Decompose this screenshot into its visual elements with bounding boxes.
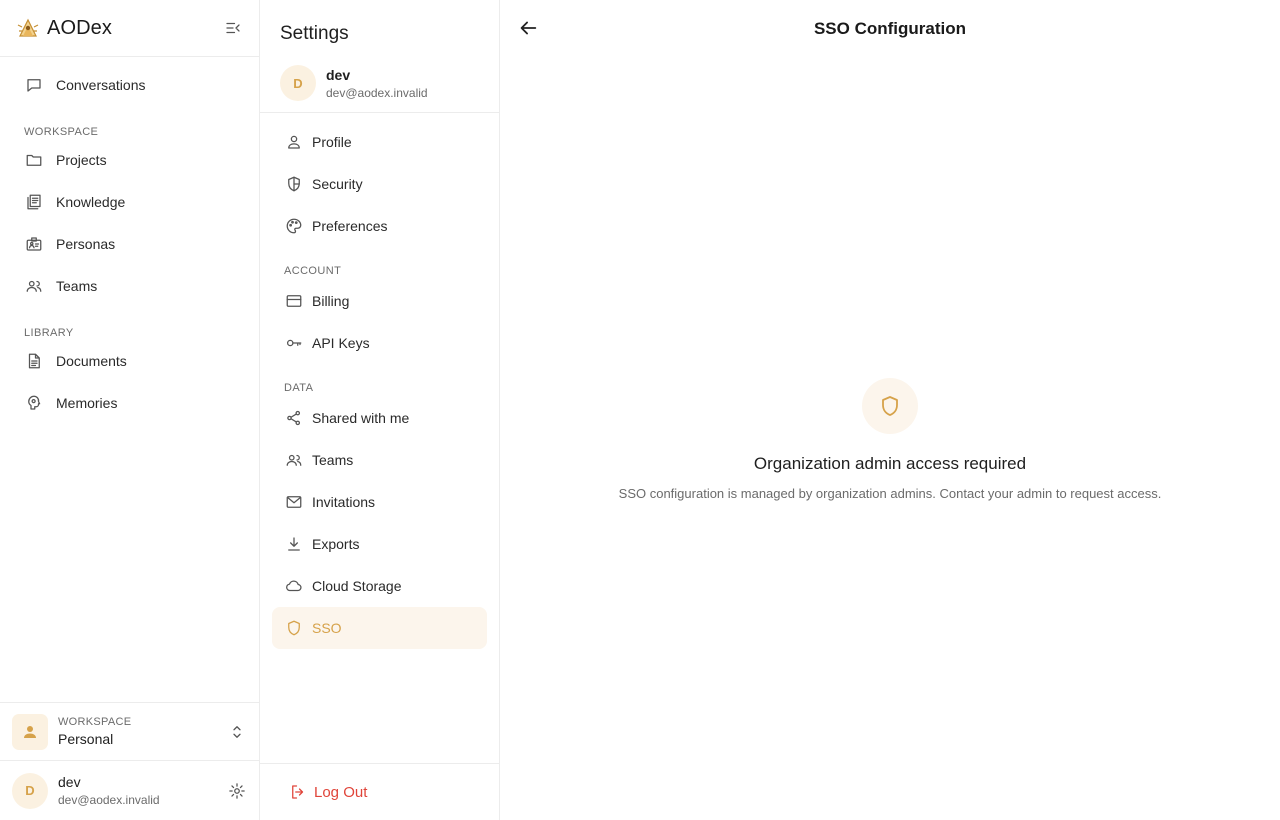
- sidebar-item-label: Projects: [56, 152, 107, 168]
- palette-icon: [284, 216, 304, 236]
- download-icon: [284, 534, 304, 554]
- settings-item-exports[interactable]: Exports: [272, 523, 487, 565]
- settings-item-preferences[interactable]: Preferences: [272, 205, 487, 247]
- sidebar-item-label: Knowledge: [56, 194, 126, 210]
- person-icon: [284, 132, 304, 152]
- sidebar-item-teams[interactable]: Teams: [0, 265, 259, 307]
- settings-user-text: dev dev@aodex.invalid: [326, 67, 428, 100]
- access-required-notice: Organization admin access required SSO c…: [500, 378, 1280, 501]
- chevron-up-down-icon: [227, 722, 247, 742]
- notice-description: SSO configuration is managed by organiza…: [618, 486, 1162, 501]
- shield-outline-icon: [862, 378, 918, 434]
- settings-nav: Profile Security Preferences ACCOUNT Bil…: [260, 113, 499, 649]
- notice-title: Organization admin access required: [753, 454, 1027, 473]
- sidebar-item-documents[interactable]: Documents: [0, 340, 259, 382]
- chat-bubble-icon: [24, 75, 44, 95]
- settings-item-label: Preferences: [312, 218, 388, 234]
- person-icon: [12, 713, 48, 750]
- settings-item-label: SSO: [312, 620, 342, 636]
- logout-icon: [288, 782, 308, 802]
- sidebar-item-memories[interactable]: Memories: [0, 382, 259, 424]
- settings-item-profile[interactable]: Profile: [272, 121, 487, 163]
- main-header: SSO Configuration: [500, 0, 1280, 57]
- settings-item-label: Exports: [312, 536, 360, 552]
- settings-item-teams[interactable]: Teams: [272, 439, 487, 481]
- users-icon: [24, 276, 44, 296]
- settings-item-label: Billing: [312, 293, 350, 309]
- sidebar-item-label: Memories: [56, 395, 118, 411]
- avatar: D: [280, 65, 316, 101]
- document-icon: [24, 351, 44, 371]
- sidebar-item-label: Teams: [56, 278, 98, 294]
- cloud-icon: [284, 576, 304, 596]
- page-title: SSO Configuration: [813, 18, 967, 38]
- share-icon: [284, 408, 304, 428]
- settings-item-shared-with-me[interactable]: Shared with me: [272, 397, 487, 439]
- users-icon: [284, 450, 304, 470]
- back-arrow-icon[interactable]: [517, 17, 539, 39]
- sidebar-item-knowledge[interactable]: Knowledge: [0, 181, 259, 223]
- settings-item-label: Teams: [312, 452, 354, 468]
- settings-panel: Settings D dev dev@aodex.invalid Profile…: [260, 0, 500, 820]
- key-icon: [284, 333, 304, 353]
- sidebar-item-personas[interactable]: Personas: [0, 223, 259, 265]
- aodex-logo-icon: [16, 16, 40, 40]
- workspace-switcher-label: WORKSPACE: [58, 716, 132, 728]
- settings-item-billing[interactable]: Billing: [272, 280, 487, 322]
- settings-item-sso[interactable]: SSO: [272, 607, 487, 649]
- sidebar-user-text: dev dev@aodex.invalid: [58, 774, 160, 807]
- main-content: SSO Configuration Organization admin acc…: [500, 0, 1280, 820]
- logout-button[interactable]: Log Out: [260, 763, 499, 820]
- brand-header: AODex: [0, 0, 259, 57]
- settings-item-security[interactable]: Security: [272, 163, 487, 205]
- settings-item-label: API Keys: [312, 335, 370, 351]
- logout-label: Log Out: [314, 783, 368, 801]
- user-email: dev@aodex.invalid: [326, 85, 428, 100]
- left-sidebar: AODex Conversations WORKSPACE Projects K…: [0, 0, 260, 820]
- user-email: dev@aodex.invalid: [58, 793, 160, 807]
- workspace-switcher-value: Personal: [58, 731, 114, 747]
- workspace-section-label: WORKSPACE: [24, 126, 99, 138]
- data-section-label: DATA: [284, 382, 314, 394]
- avatar: D: [12, 772, 48, 809]
- workspace-switcher[interactable]: WORKSPACE Personal: [0, 702, 259, 760]
- sidebar-item-label: Documents: [56, 353, 127, 369]
- settings-item-label: Cloud Storage: [312, 578, 402, 594]
- sidebar-item-conversations[interactable]: Conversations: [0, 64, 259, 106]
- account-section-label: ACCOUNT: [284, 265, 342, 277]
- sidebar-item-projects[interactable]: Projects: [0, 139, 259, 181]
- settings-item-label: Shared with me: [312, 410, 410, 426]
- credit-card-icon: [284, 291, 304, 311]
- user-name: dev: [326, 66, 351, 83]
- settings-title: Settings: [280, 23, 349, 44]
- settings-item-label: Profile: [312, 134, 352, 150]
- id-badge-icon: [24, 234, 44, 254]
- settings-item-invitations[interactable]: Invitations: [272, 481, 487, 523]
- collapse-sidebar-icon[interactable]: [223, 18, 243, 38]
- library-section-label: LIBRARY: [24, 327, 74, 339]
- brain-icon: [24, 393, 44, 413]
- user-name: dev: [58, 774, 81, 790]
- sidebar-item-label: Conversations: [56, 77, 146, 93]
- folder-icon: [24, 150, 44, 170]
- settings-item-cloud-storage[interactable]: Cloud Storage: [272, 565, 487, 607]
- settings-item-label: Security: [312, 176, 363, 192]
- gear-icon[interactable]: [227, 781, 247, 801]
- shield-outline-icon: [284, 618, 304, 638]
- shield-icon: [284, 174, 304, 194]
- sidebar-item-label: Personas: [56, 236, 116, 252]
- mail-icon: [284, 492, 304, 512]
- settings-user-card: D dev dev@aodex.invalid: [260, 54, 499, 113]
- sidebar-user-row: D dev dev@aodex.invalid: [0, 760, 259, 820]
- library-icon: [24, 192, 44, 212]
- app-name: AODex: [47, 16, 112, 39]
- workspace-switcher-text: WORKSPACE Personal: [58, 716, 131, 747]
- settings-item-api-keys[interactable]: API Keys: [272, 322, 487, 364]
- settings-item-label: Invitations: [312, 494, 376, 510]
